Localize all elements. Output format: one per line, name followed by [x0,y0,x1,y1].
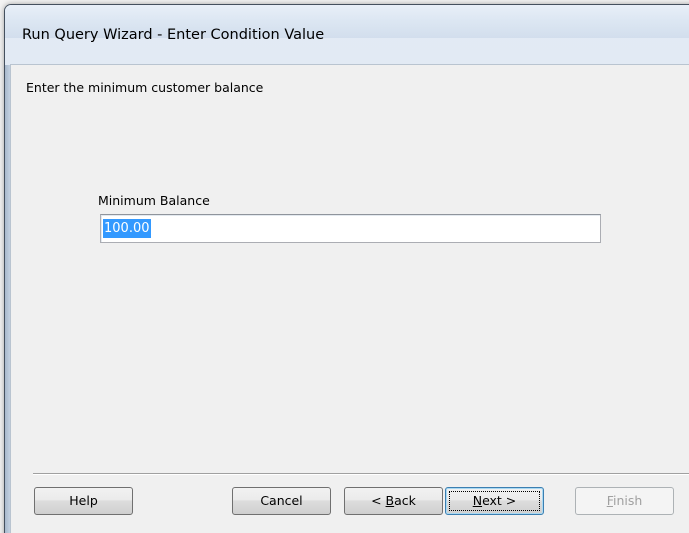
minimum-balance-label: Minimum Balance [98,193,210,208]
selected-input-text: 100.00 [103,219,151,238]
back-button-prefix: < [371,493,386,508]
wizard-dialog: Run Query Wizard - Enter Condition Value… [0,0,689,533]
next-button-mnemonic: N [472,493,483,508]
cancel-button[interactable]: Cancel [232,487,331,515]
cancel-button-label: Cancel [260,493,303,508]
next-button[interactable]: Next > [445,487,544,515]
window-title: Run Query Wizard - Enter Condition Value [22,27,325,43]
minimum-balance-input[interactable]: 100.00 [100,214,601,243]
finish-button-rest: inish [612,493,643,508]
finish-button[interactable]: Finish [575,487,674,515]
back-button-mnemonic: B [385,493,395,508]
back-button-rest: ack [394,493,416,508]
back-button[interactable]: < Back [344,487,443,515]
help-button[interactable]: Help [34,487,133,515]
dialog-client-area [10,64,689,533]
instruction-text: Enter the minimum customer balance [26,80,264,95]
button-divider [33,473,689,475]
title-bar[interactable]: Run Query Wizard - Enter Condition Value [5,5,689,43]
help-button-label: Help [69,493,98,508]
next-button-rest: ext > [482,493,517,508]
